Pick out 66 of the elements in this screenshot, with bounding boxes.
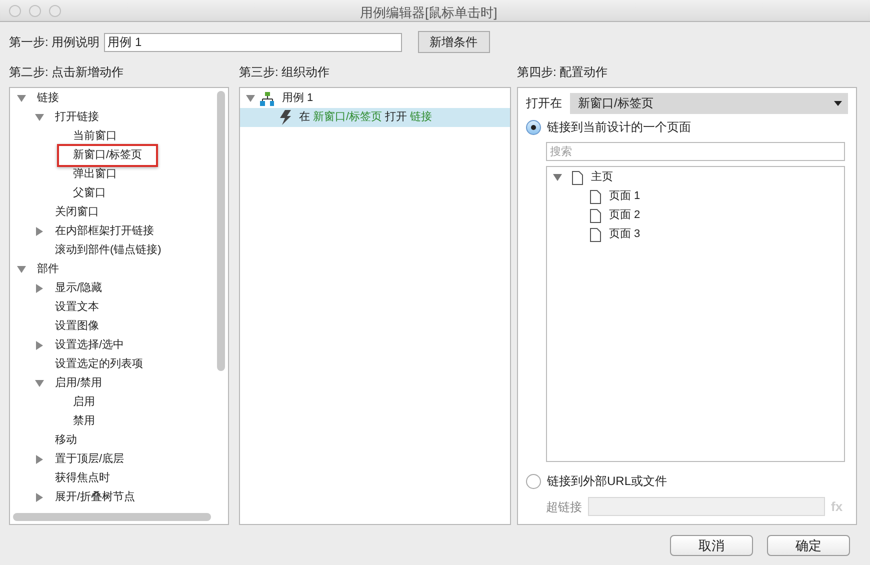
dialog-button[interactable]: 确定 bbox=[767, 535, 850, 556]
page-item[interactable]: 主页 bbox=[591, 169, 613, 186]
action-item[interactable]: 弹出窗口 bbox=[73, 165, 117, 184]
expand-arrow-icon[interactable] bbox=[17, 94, 26, 103]
action-item[interactable]: 移动 bbox=[55, 431, 77, 450]
dialog-button[interactable]: 取消 bbox=[670, 535, 753, 556]
case-label[interactable]: 用例 1 bbox=[282, 90, 314, 107]
action-item[interactable]: 设置图像 bbox=[55, 317, 99, 336]
collapse-arrow-icon[interactable] bbox=[35, 227, 44, 236]
action-item[interactable]: 获得焦点时 bbox=[55, 469, 110, 488]
page-icon bbox=[590, 190, 601, 204]
action-item[interactable]: 滚动到部件(锚点链接) bbox=[55, 241, 162, 260]
page-icon bbox=[590, 208, 601, 222]
search-field[interactable]: 搜索 bbox=[546, 142, 845, 161]
action-item[interactable]: 打开链接 bbox=[55, 108, 99, 127]
page-icon bbox=[572, 170, 583, 184]
action-item[interactable]: 启用/禁用 bbox=[55, 374, 102, 393]
action-item[interactable]: 展开/折叠树节点 bbox=[55, 488, 136, 507]
action-item[interactable]: 链接 bbox=[37, 89, 59, 108]
expand-arrow-icon[interactable] bbox=[35, 379, 44, 388]
expand-arrow-icon[interactable] bbox=[17, 265, 26, 274]
action-item[interactable]: 在内部框架打开链接 bbox=[55, 222, 154, 241]
action-row[interactable]: 在 新窗口/标签页 打开 链接 bbox=[240, 108, 510, 127]
radio-button[interactable] bbox=[526, 474, 541, 488]
collapse-arrow-icon[interactable] bbox=[35, 455, 44, 464]
action-text: 在 新窗口/标签页 打开 链接 bbox=[299, 110, 432, 126]
action-item[interactable]: 置于顶层/底层 bbox=[55, 450, 124, 469]
action-item[interactable]: 禁用 bbox=[73, 412, 95, 431]
action-item[interactable]: 设置选择/选中 bbox=[55, 336, 124, 355]
action-item[interactable]: 关闭窗口 bbox=[55, 203, 99, 222]
radio-label[interactable]: 链接到外部URL或文件 bbox=[547, 472, 668, 490]
action-item[interactable]: 当前窗口 bbox=[73, 127, 117, 146]
action-item[interactable]: 部件 bbox=[37, 260, 59, 279]
add-condition-button[interactable]: 新增条件 bbox=[418, 31, 490, 53]
window-title: 用例编辑器[鼠标单击时] bbox=[360, 4, 498, 22]
horizontal-scrollbar[interactable] bbox=[13, 513, 211, 521]
description-field[interactable]: 用例 1 bbox=[104, 32, 402, 52]
action-item[interactable]: 父窗口 bbox=[73, 184, 106, 203]
action-item[interactable]: 新窗口/标签页 bbox=[57, 144, 158, 167]
expand-arrow-icon[interactable] bbox=[35, 113, 44, 122]
lightning-icon bbox=[280, 110, 291, 125]
page-item[interactable]: 页面 1 bbox=[609, 188, 640, 205]
collapse-arrow-icon[interactable] bbox=[35, 493, 44, 502]
page-item[interactable]: 页面 3 bbox=[609, 226, 640, 243]
step-label: 第一步: 用例说明 bbox=[9, 34, 100, 51]
flowchart-icon bbox=[260, 92, 274, 106]
collapse-arrow-icon[interactable] bbox=[35, 341, 44, 350]
target-dropdown[interactable]: 新窗口/标签页 bbox=[570, 92, 848, 114]
action-item[interactable]: 设置文本 bbox=[55, 298, 99, 317]
page-icon bbox=[590, 228, 601, 242]
dropdown-arrow-icon bbox=[834, 100, 842, 106]
step-label: 第三步: 组织动作 bbox=[239, 64, 331, 81]
collapse-arrow-icon[interactable] bbox=[35, 284, 44, 293]
radio-label[interactable]: 链接到当前设计的一个页面 bbox=[547, 118, 691, 136]
radio-button[interactable] bbox=[526, 120, 541, 134]
open-in-label: 打开在 bbox=[526, 95, 562, 112]
expand-arrow-icon[interactable] bbox=[553, 173, 562, 182]
step-label: 第四步: 配置动作 bbox=[517, 64, 609, 81]
action-item[interactable]: 显示/隐藏 bbox=[55, 279, 102, 298]
action-item[interactable]: 启用 bbox=[73, 393, 95, 412]
field-label: 超链接 bbox=[546, 498, 582, 516]
page-item[interactable]: 页面 2 bbox=[609, 207, 640, 224]
vertical-scrollbar[interactable] bbox=[217, 91, 225, 371]
expand-arrow-icon[interactable] bbox=[246, 94, 255, 103]
step-label: 第二步: 点击新增动作 bbox=[9, 64, 125, 81]
action-item[interactable]: 设置选定的列表项 bbox=[55, 355, 143, 374]
